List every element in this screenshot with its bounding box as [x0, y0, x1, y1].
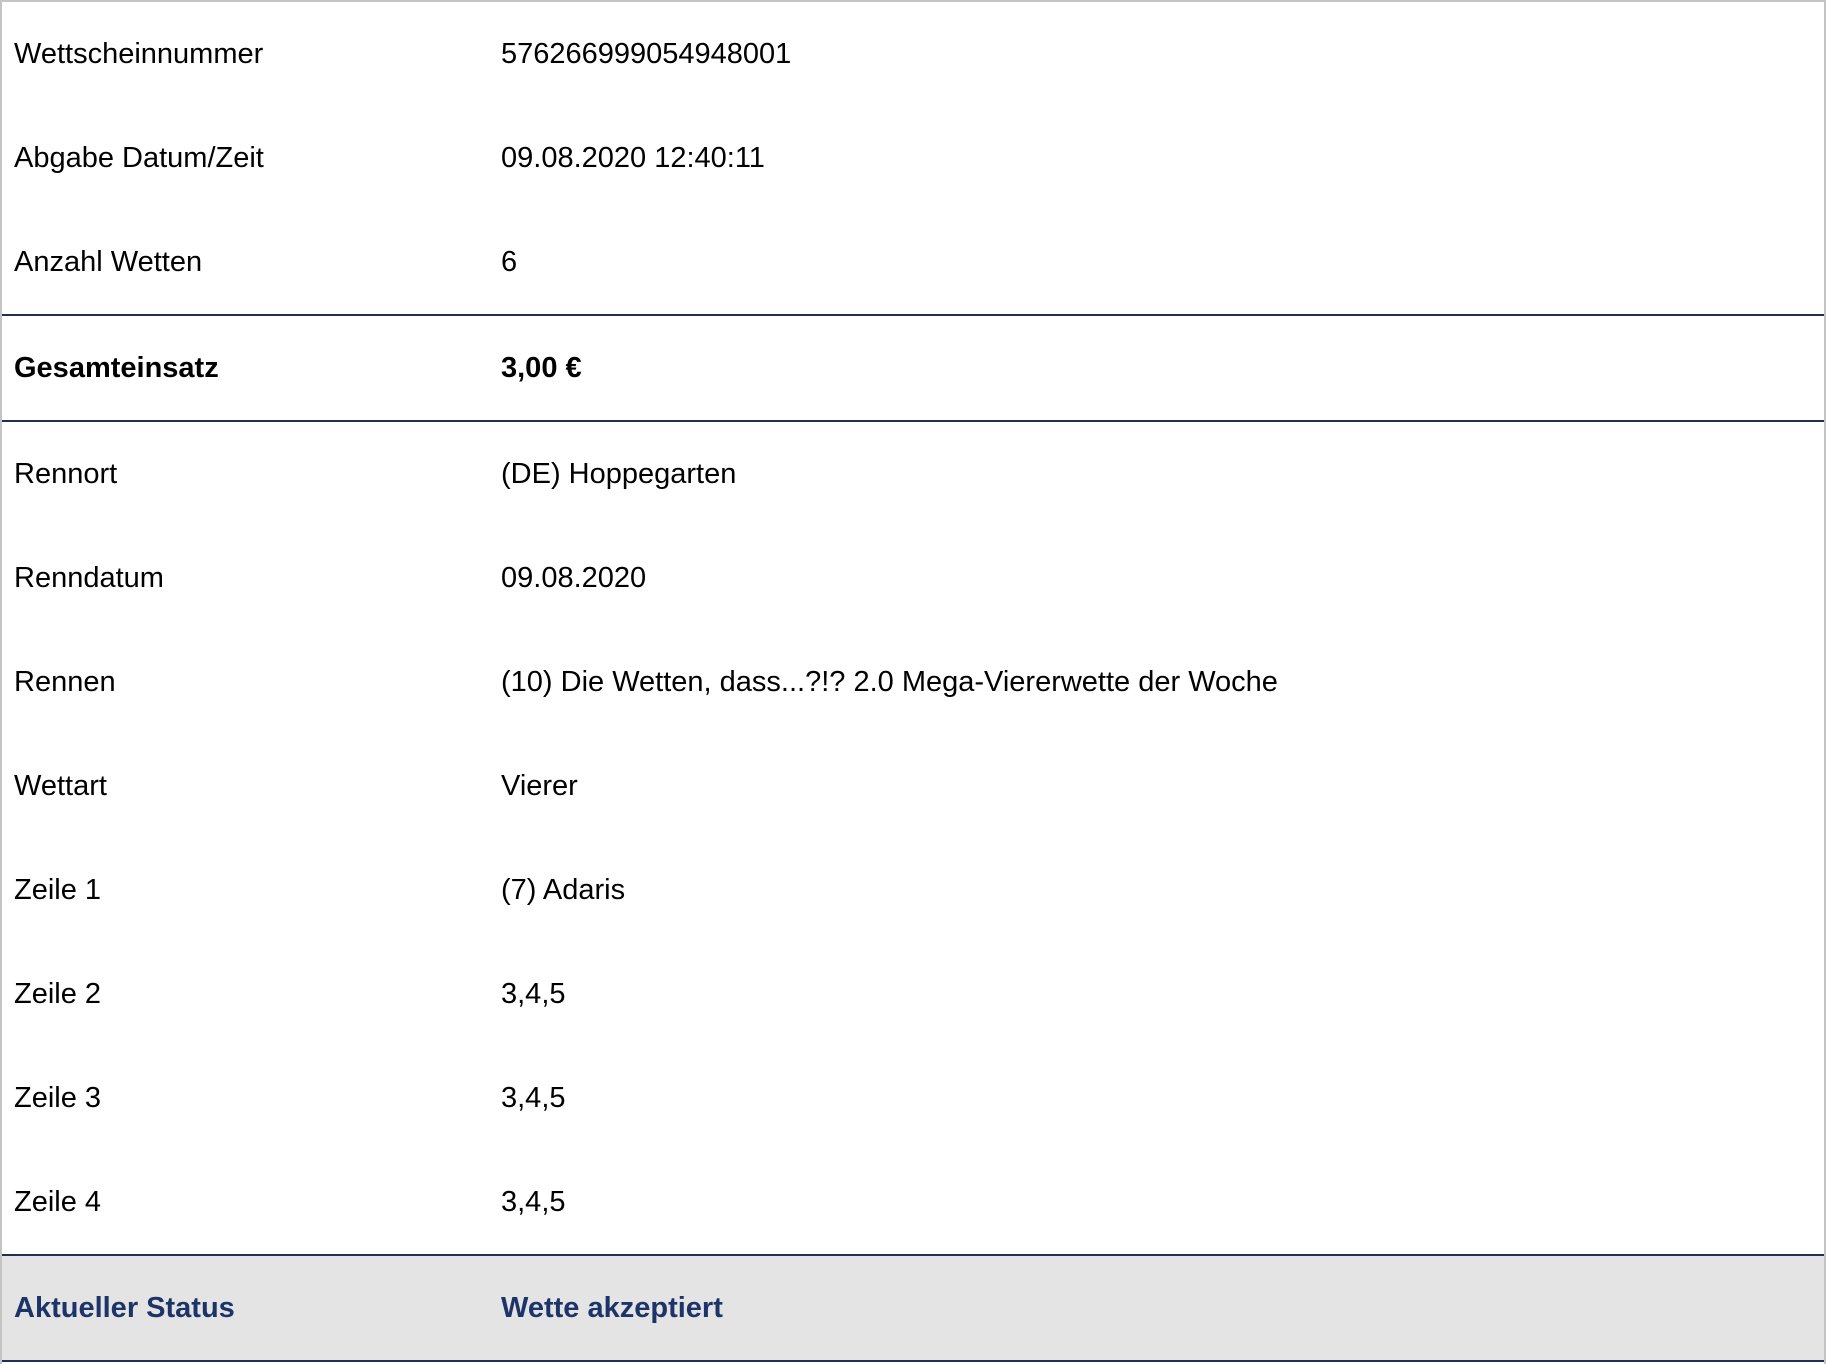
row-label: Abgabe Datum/Zeit: [14, 141, 264, 174]
bet-count-value: 6: [501, 245, 518, 278]
ticket-number-row: Wettscheinnummer 576266999054948001: [2, 2, 1824, 106]
race-date-value: 09.08.2020: [501, 561, 647, 594]
race-venue-value: (DE) Hoppegarten: [501, 457, 737, 490]
bet-type-value: Vierer: [501, 769, 578, 802]
current-status-label: Aktueller Status: [14, 1291, 235, 1324]
total-stake-value: 3,00 €: [501, 351, 582, 384]
line-4-row: Zeile 4 3,4,5: [2, 1150, 1824, 1254]
bet-type-row: Wettart Vierer: [2, 734, 1824, 838]
row-label: Wettart: [14, 769, 107, 802]
line-3-value: 3,4,5: [501, 1081, 566, 1114]
row-label: Zeile 3: [14, 1081, 102, 1114]
line-3-row: Zeile 3 3,4,5: [2, 1046, 1824, 1150]
row-label: Wettscheinnummer: [14, 37, 264, 70]
row-label: Rennort: [14, 457, 118, 490]
row-label: Zeile 2: [14, 977, 102, 1010]
line-1-value: (7) Adaris: [501, 873, 626, 906]
ticket-number-value: 576266999054948001: [501, 37, 792, 70]
row-label: Zeile 4: [14, 1185, 102, 1218]
line-1-row: Zeile 1 (7) Adaris: [2, 838, 1824, 942]
line-2-row: Zeile 2 3,4,5: [2, 942, 1824, 1046]
bet-count-row: Anzahl Wetten 6: [2, 210, 1824, 314]
race-row: Rennen (10) Die Wetten, dass...?!? 2.0 M…: [2, 630, 1824, 734]
row-label: Zeile 1: [14, 873, 102, 906]
total-stake-label: Gesamteinsatz: [14, 351, 219, 384]
divider: [2, 1360, 1824, 1362]
row-label: Anzahl Wetten: [14, 245, 203, 278]
current-status-row: Aktueller Status Wette akzeptiert: [2, 1256, 1824, 1360]
line-2-value: 3,4,5: [501, 977, 566, 1010]
submission-datetime-row: Abgabe Datum/Zeit 09.08.2020 12:40:11: [2, 106, 1824, 210]
submission-datetime-value: 09.08.2020 12:40:11: [501, 141, 765, 174]
row-label: Rennen: [14, 665, 116, 698]
bet-ticket-details: Wettscheinnummer 576266999054948001 Abga…: [0, 0, 1826, 1364]
race-venue-row: Rennort (DE) Hoppegarten: [2, 422, 1824, 526]
race-value: (10) Die Wetten, dass...?!? 2.0 Mega-Vie…: [501, 665, 1278, 698]
current-status-value: Wette akzeptiert: [501, 1291, 723, 1324]
total-stake-row: Gesamteinsatz 3,00 €: [2, 316, 1824, 420]
line-4-value: 3,4,5: [501, 1185, 566, 1218]
row-label: Renndatum: [14, 561, 164, 594]
race-date-row: Renndatum 09.08.2020: [2, 526, 1824, 630]
